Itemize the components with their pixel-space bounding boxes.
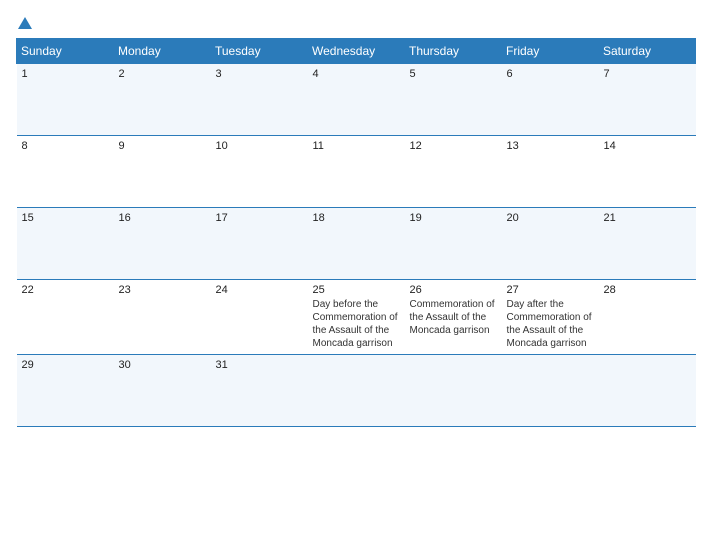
event-text: Day after the Commemoration of the Assau…	[507, 298, 594, 350]
day-number: 7	[604, 68, 691, 80]
day-number: 19	[410, 212, 497, 224]
calendar-day-cell: 26 Commemoration of the Assault of the Mo…	[405, 280, 502, 355]
day-header-sunday: Sunday	[17, 39, 114, 64]
day-number: 29	[22, 359, 109, 371]
calendar-day-cell: 3	[211, 64, 308, 136]
calendar-day-cell: 5	[405, 64, 502, 136]
calendar-header-row: SundayMondayTuesdayWednesdayThursdayFrid…	[17, 39, 696, 64]
day-number: 23	[119, 284, 206, 296]
day-number: 14	[604, 140, 691, 152]
calendar-day-cell: 15	[17, 208, 114, 280]
day-number: 8	[22, 140, 109, 152]
calendar-day-cell	[405, 355, 502, 427]
calendar-day-cell: 25 Day before the Commemoration of the As…	[308, 280, 405, 355]
day-number: 27	[507, 284, 594, 296]
calendar-day-cell: 22	[17, 280, 114, 355]
calendar-day-cell: 13	[502, 136, 599, 208]
day-number: 9	[119, 140, 206, 152]
day-number: 5	[410, 68, 497, 80]
calendar-day-cell: 21	[599, 208, 696, 280]
calendar-day-cell: 8	[17, 136, 114, 208]
day-number: 11	[313, 140, 400, 152]
logo-triangle-icon	[18, 17, 32, 29]
calendar-day-cell: 1	[17, 64, 114, 136]
day-number: 25	[313, 284, 400, 296]
calendar-week-row: 89 10 11 12 13 14	[17, 136, 696, 208]
day-number: 26	[410, 284, 497, 296]
day-number: 21	[604, 212, 691, 224]
calendar-day-cell	[502, 355, 599, 427]
calendar-day-cell: 27 Day after the Commemoration of the Ass…	[502, 280, 599, 355]
day-number: 15	[22, 212, 109, 224]
calendar-day-cell: 18	[308, 208, 405, 280]
day-number: 16	[119, 212, 206, 224]
calendar-day-cell: 10	[211, 136, 308, 208]
calendar-week-row: 22 23 24 25 Day before the Commemoration of …	[17, 280, 696, 355]
day-number: 13	[507, 140, 594, 152]
day-number: 6	[507, 68, 594, 80]
calendar-day-cell: 2	[114, 64, 211, 136]
day-header-monday: Monday	[114, 39, 211, 64]
calendar-day-cell: 24	[211, 280, 308, 355]
day-number: 12	[410, 140, 497, 152]
calendar-day-cell: 14	[599, 136, 696, 208]
calendar-header	[16, 16, 696, 30]
calendar-day-cell: 6	[502, 64, 599, 136]
day-header-wednesday: Wednesday	[308, 39, 405, 64]
day-number: 28	[604, 284, 691, 296]
calendar-week-row: 29 30 31	[17, 355, 696, 427]
calendar-day-cell	[599, 355, 696, 427]
calendar-week-row: 1234567	[17, 64, 696, 136]
calendar-day-cell: 7	[599, 64, 696, 136]
calendar-day-cell: 16	[114, 208, 211, 280]
day-header-tuesday: Tuesday	[211, 39, 308, 64]
calendar-body: 1234567891011121314151617181920212223242…	[17, 64, 696, 427]
calendar-day-cell: 12	[405, 136, 502, 208]
logo	[16, 16, 32, 30]
event-text: Day before the Commemoration of the Assa…	[313, 298, 400, 350]
logo-blue-text	[16, 16, 32, 30]
day-number: 18	[313, 212, 400, 224]
calendar-day-cell: 17	[211, 208, 308, 280]
day-number: 31	[216, 359, 303, 371]
calendar-week-row: 15 16 17 18 19 20 21	[17, 208, 696, 280]
calendar-day-cell: 30	[114, 355, 211, 427]
day-number: 3	[216, 68, 303, 80]
calendar-day-cell: 23	[114, 280, 211, 355]
event-text: Commemoration of the Assault of the Monc…	[410, 298, 497, 337]
day-header-thursday: Thursday	[405, 39, 502, 64]
calendar-day-cell: 19	[405, 208, 502, 280]
day-header-saturday: Saturday	[599, 39, 696, 64]
calendar-day-cell: 9	[114, 136, 211, 208]
calendar-day-cell: 11	[308, 136, 405, 208]
calendar-day-cell: 31	[211, 355, 308, 427]
day-header-friday: Friday	[502, 39, 599, 64]
calendar-day-cell: 29	[17, 355, 114, 427]
day-number: 10	[216, 140, 303, 152]
calendar-table: SundayMondayTuesdayWednesdayThursdayFrid…	[16, 38, 696, 427]
calendar-day-cell: 28	[599, 280, 696, 355]
calendar-day-cell	[308, 355, 405, 427]
calendar-day-cell: 20	[502, 208, 599, 280]
day-number: 24	[216, 284, 303, 296]
day-number: 22	[22, 284, 109, 296]
day-number: 1	[22, 68, 109, 80]
day-number: 30	[119, 359, 206, 371]
day-number: 17	[216, 212, 303, 224]
day-number: 20	[507, 212, 594, 224]
day-number: 2	[119, 68, 206, 80]
calendar-day-cell: 4	[308, 64, 405, 136]
day-number: 4	[313, 68, 400, 80]
